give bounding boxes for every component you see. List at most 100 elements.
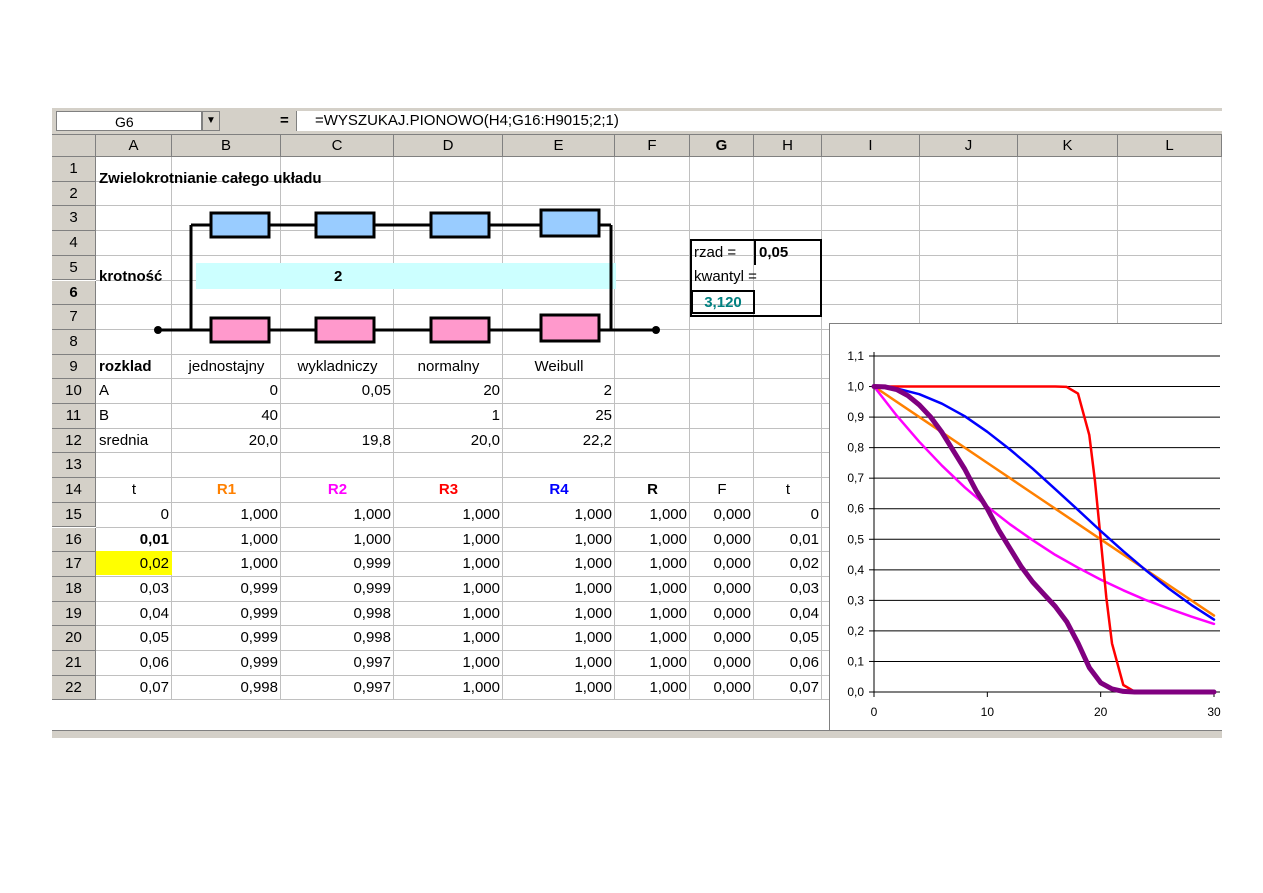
- param-header-3[interactable]: normalny: [394, 355, 503, 380]
- table-cell[interactable]: 0,997: [281, 651, 394, 676]
- table-cell[interactable]: 1,000: [503, 503, 615, 528]
- column-header-F[interactable]: F: [615, 135, 690, 157]
- param-cell[interactable]: 40: [172, 404, 281, 429]
- table-cell[interactable]: 1,000: [615, 651, 690, 676]
- table-cell[interactable]: 1,000: [394, 552, 503, 577]
- param-cell[interactable]: 0: [172, 379, 281, 404]
- row-header-4[interactable]: 4: [52, 231, 96, 256]
- row-header-13[interactable]: 13: [52, 453, 96, 479]
- column-header-D[interactable]: D: [394, 135, 503, 157]
- table-cell[interactable]: 1,000: [615, 528, 690, 553]
- table-cell[interactable]: 1,000: [503, 577, 615, 602]
- table-cell[interactable]: 1,000: [503, 602, 615, 627]
- column-header-A[interactable]: A: [96, 135, 172, 157]
- table-cell[interactable]: 0,000: [690, 503, 754, 528]
- table-header-t[interactable]: t: [754, 478, 822, 503]
- table-cell[interactable]: 0,07: [96, 676, 172, 701]
- row-header-20[interactable]: 20: [52, 626, 96, 651]
- param-header-1[interactable]: jednostajny: [172, 355, 281, 380]
- row-header-19[interactable]: 19: [52, 601, 96, 627]
- row-header-7[interactable]: 7: [52, 305, 96, 330]
- formula-input[interactable]: =WYSZUKAJ.PIONOWO(H4;G16:H9015;2;1): [296, 111, 1222, 131]
- table-cell[interactable]: 0,06: [754, 651, 822, 676]
- reliability-chart[interactable]: 0,0 0,1 0,2 0,3 0,4 0,5 0,6 0,7 0,8 0,9 1,0 1,1 0 10 2…: [829, 323, 1222, 738]
- name-box-dropdown-icon[interactable]: ▼: [202, 111, 220, 131]
- table-cell[interactable]: 0,999: [281, 577, 394, 602]
- table-cell[interactable]: 1,000: [394, 602, 503, 627]
- param-cell[interactable]: 1: [394, 404, 503, 429]
- krotnosc-value[interactable]: 2: [331, 265, 345, 289]
- row-header-6[interactable]: 6: [52, 280, 96, 306]
- table-cell[interactable]: 1,000: [172, 552, 281, 577]
- table-cell[interactable]: 1,000: [615, 676, 690, 701]
- rzad-label[interactable]: rzad =: [691, 241, 739, 265]
- row-header-1[interactable]: 1: [52, 157, 96, 182]
- table-cell[interactable]: 0,04: [96, 602, 172, 627]
- table-header-t[interactable]: t: [96, 478, 172, 503]
- table-cell[interactable]: 1,000: [615, 577, 690, 602]
- column-header-I[interactable]: I: [822, 135, 920, 157]
- table-cell[interactable]: 0,02: [754, 552, 822, 577]
- table-header-R2[interactable]: R2: [281, 478, 394, 503]
- row-header-11[interactable]: 11: [52, 404, 96, 429]
- table-cell[interactable]: 1,000: [281, 503, 394, 528]
- row-header-14[interactable]: 14: [52, 478, 96, 503]
- row-header-17[interactable]: 17: [52, 552, 96, 577]
- param-cell[interactable]: A: [96, 379, 172, 404]
- table-cell[interactable]: 1,000: [394, 503, 503, 528]
- table-cell[interactable]: 0,998: [281, 626, 394, 651]
- table-cell[interactable]: 1,000: [503, 676, 615, 701]
- row-header-12[interactable]: 12: [52, 428, 96, 454]
- table-cell[interactable]: 1,000: [394, 651, 503, 676]
- table-cell[interactable]: 0,000: [690, 676, 754, 701]
- column-header-K[interactable]: K: [1018, 135, 1118, 157]
- row-header-15[interactable]: 15: [52, 502, 96, 528]
- table-header-R1[interactable]: R1: [172, 478, 281, 503]
- table-header-R[interactable]: R: [615, 478, 690, 503]
- table-cell[interactable]: 0,06: [96, 651, 172, 676]
- table-cell[interactable]: 1,000: [615, 602, 690, 627]
- param-cell[interactable]: 25: [503, 404, 615, 429]
- table-cell[interactable]: 1,000: [615, 552, 690, 577]
- table-cell[interactable]: 0,000: [690, 577, 754, 602]
- table-cell[interactable]: 1,000: [172, 503, 281, 528]
- table-cell[interactable]: 0,000: [690, 626, 754, 651]
- param-cell[interactable]: 19,8: [281, 429, 394, 454]
- table-cell[interactable]: 0,03: [96, 577, 172, 602]
- row-header-9[interactable]: 9: [52, 354, 96, 380]
- table-header-R4[interactable]: R4: [503, 478, 615, 503]
- param-cell[interactable]: 20,0: [172, 429, 281, 454]
- row-header-3[interactable]: 3: [52, 206, 96, 232]
- table-cell[interactable]: 0,998: [172, 676, 281, 701]
- column-header-B[interactable]: B: [172, 135, 281, 157]
- table-cell[interactable]: 0,999: [172, 651, 281, 676]
- param-cell[interactable]: 22,2: [503, 429, 615, 454]
- table-cell[interactable]: 0,999: [172, 602, 281, 627]
- table-cell[interactable]: 1,000: [281, 528, 394, 553]
- sheet-title[interactable]: Zwielokrotnianie całego układu: [96, 167, 325, 191]
- table-cell[interactable]: 0,999: [172, 626, 281, 651]
- row-header-5[interactable]: 5: [52, 255, 96, 281]
- table-cell[interactable]: 0,07: [754, 676, 822, 701]
- table-cell[interactable]: 1,000: [394, 676, 503, 701]
- param-header-4[interactable]: Weibull: [503, 355, 615, 380]
- name-box[interactable]: G6: [56, 111, 202, 131]
- table-cell[interactable]: 0,998: [281, 602, 394, 627]
- row-header-21[interactable]: 21: [52, 651, 96, 676]
- table-cell[interactable]: 1,000: [503, 552, 615, 577]
- table-cell[interactable]: 1,000: [394, 577, 503, 602]
- krotnosc-label[interactable]: krotność: [96, 265, 165, 289]
- table-cell[interactable]: 0: [96, 503, 172, 528]
- param-header-0[interactable]: rozklad: [96, 355, 172, 380]
- table-cell[interactable]: 0,05: [754, 626, 822, 651]
- table-cell[interactable]: 1,000: [503, 528, 615, 553]
- table-cell[interactable]: 0,997: [281, 676, 394, 701]
- column-header-E[interactable]: E: [503, 135, 615, 157]
- table-cell[interactable]: 0,999: [172, 577, 281, 602]
- table-cell[interactable]: 0,03: [754, 577, 822, 602]
- table-cell[interactable]: 1,000: [615, 626, 690, 651]
- param-cell[interactable]: 20,0: [394, 429, 503, 454]
- rzad-value[interactable]: 0,05: [754, 241, 791, 265]
- equals-button[interactable]: =: [280, 112, 289, 129]
- column-header-G[interactable]: G: [690, 135, 754, 157]
